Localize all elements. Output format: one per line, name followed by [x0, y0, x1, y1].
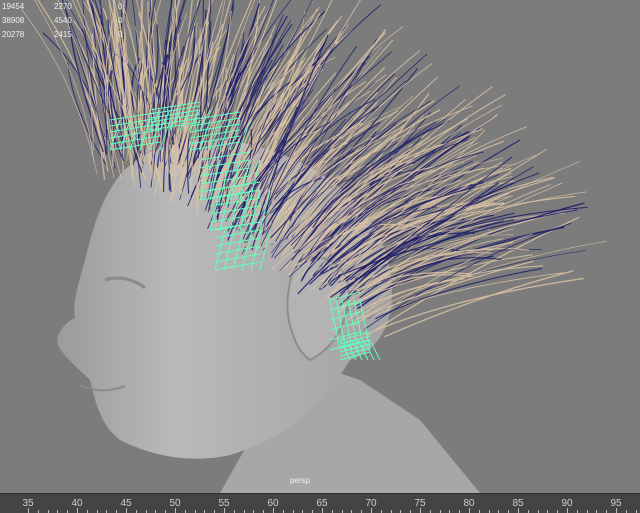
hud-value: 4540 — [54, 16, 72, 25]
hud-value: 0 — [118, 2, 123, 11]
time-slider[interactable]: 35 40 45 50 55 60 65 70 75 80 85 90 95 — [0, 493, 640, 513]
viewport-panel[interactable]: 19454 2270 0 38908 4540 0 20278 2415 0 p… — [0, 0, 640, 493]
hud-value: 20278 — [2, 30, 25, 39]
timeline-tick-mark — [420, 508, 421, 513]
timeline-tick-mark — [126, 508, 127, 513]
timeline-tick-mark — [322, 508, 323, 513]
timeline-tick-mark — [28, 508, 29, 513]
hud-value: 38908 — [2, 16, 25, 25]
timeline-tick-mark — [224, 508, 225, 513]
scene-render — [21, 0, 607, 493]
timeline-tick-mark — [77, 508, 78, 513]
timeline-tick-mark — [469, 508, 470, 513]
timeline-tick-mark — [175, 508, 176, 513]
hud-value: 0 — [118, 16, 123, 25]
timeline-tick-mark — [371, 508, 372, 513]
poly-count-hud: 19454 2270 0 38908 4540 0 20278 2415 0 — [2, 0, 148, 42]
timeline-tick-mark — [616, 508, 617, 513]
hud-value: 2415 — [54, 30, 72, 39]
timeline-tick-mark — [273, 508, 274, 513]
hair-strand — [42, 32, 107, 156]
hud-value: 19454 — [2, 2, 25, 11]
camera-name-label: persp — [289, 476, 310, 485]
timeline-tick-mark — [567, 508, 568, 513]
hud-row-edges: 38908 4540 0 — [2, 14, 148, 28]
hud-value: 0 — [118, 30, 123, 39]
hud-value: 2270 — [54, 2, 72, 11]
hud-row-faces: 20278 2415 0 — [2, 28, 148, 42]
hud-row-verts: 19454 2270 0 — [2, 0, 148, 14]
timeline-tick-mark — [518, 508, 519, 513]
